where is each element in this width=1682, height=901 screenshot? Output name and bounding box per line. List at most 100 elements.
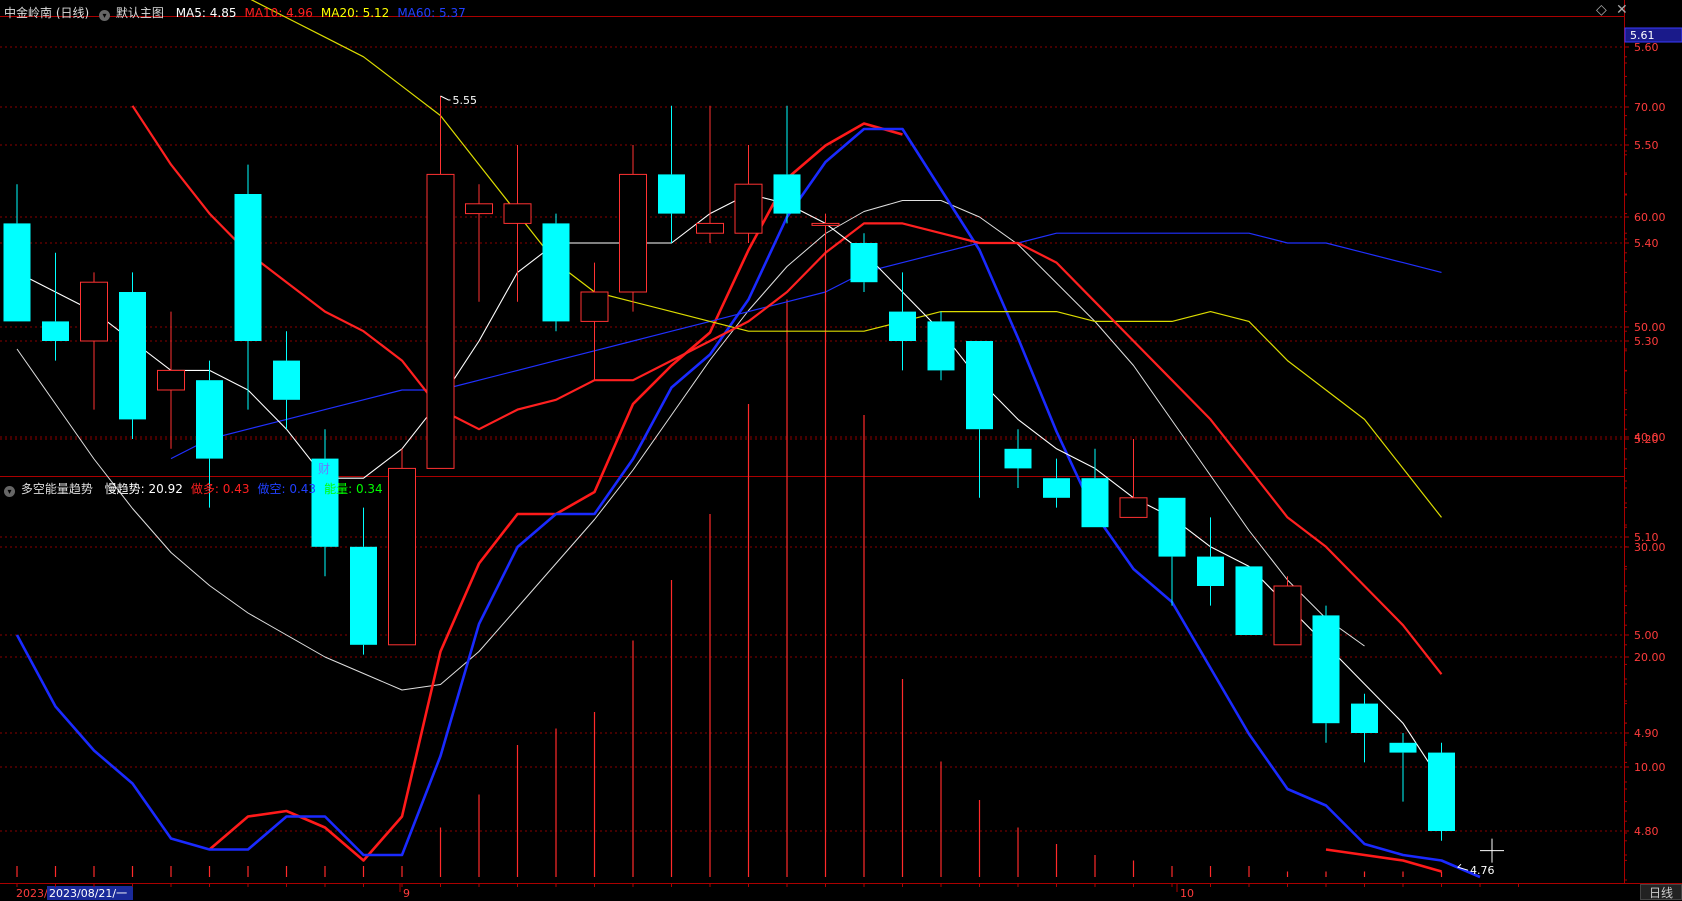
indicator-header: ▾ 多空能量趋势 慢趋势: 20.92 做多: 0.43 做空: 0.43 能量: 0… [4, 480, 383, 497]
price-tick-label: 5.00 [1634, 629, 1659, 642]
ma-item-3: MA60: 5.37 [397, 6, 465, 20]
chevron-down-icon[interactable]: ▾ [99, 10, 111, 21]
current-price-label: 5.61 [1630, 29, 1655, 42]
stock-title: 中金岭南 (日线) [4, 6, 90, 20]
candle-body [1312, 615, 1340, 724]
long-line [1325, 848, 1442, 873]
candle-body [1158, 497, 1186, 557]
candle-down [119, 272, 146, 439]
indicator-item-value: 0.43 [285, 482, 317, 496]
candle-up [1119, 439, 1148, 518]
candle-body [465, 203, 493, 215]
high-annotation-arrow [440, 95, 451, 101]
candle-body [1197, 556, 1224, 586]
candle-body [773, 174, 801, 214]
candle-body [388, 467, 416, 646]
ma-item-value: 4.96 [282, 6, 313, 20]
ma-item-0: MA5: 4.85 [176, 6, 237, 20]
candle-body [42, 321, 69, 341]
candle-up [465, 184, 493, 302]
candle-body [811, 222, 840, 226]
ma-item-value: 5.37 [435, 6, 466, 20]
close-icon[interactable]: ✕ [1616, 2, 1628, 18]
candle-up [580, 262, 609, 381]
ma-item-label: MA10: [244, 6, 283, 20]
price-tick-label: 4.90 [1634, 727, 1659, 740]
low-annotation-label: 4.76 [1470, 864, 1495, 877]
candle-up [157, 311, 185, 449]
candle-body [350, 546, 377, 645]
ma-item-label: MA60: [397, 6, 436, 20]
candle-down [1235, 566, 1263, 635]
indicator-tick-label: 70.00 [1634, 101, 1666, 114]
month-label: 10 [1180, 887, 1194, 900]
candle-down [850, 233, 878, 292]
candle-down [1312, 605, 1340, 743]
candle-down [311, 429, 339, 577]
chevron-down-icon[interactable]: ▾ [4, 486, 15, 497]
candle-body [658, 174, 685, 214]
candle-body [1235, 566, 1263, 635]
candle-body [3, 223, 31, 322]
indicator-tick-label: 60.00 [1634, 211, 1666, 224]
candle-down [1004, 429, 1032, 488]
candle-down [350, 507, 377, 655]
candle-body [119, 292, 146, 420]
price-tick-label: 4.80 [1634, 825, 1659, 838]
candle-body [1004, 448, 1032, 469]
candle-up [734, 145, 763, 243]
candle-down [1043, 458, 1070, 508]
candle-down [773, 105, 801, 224]
candle-body [1351, 703, 1378, 733]
chart-canvas[interactable]: 5.605.505.405.305.205.105.004.904.805.61… [0, 0, 1682, 900]
indicator-name[interactable]: 多空能量趋势 [21, 482, 93, 496]
candle-body [889, 311, 916, 341]
candle-down [966, 341, 993, 498]
ma60-line [170, 232, 1442, 460]
ma-item-label: MA20: [320, 6, 359, 20]
candle-body [426, 173, 455, 469]
period-button[interactable]: 日线 [1640, 884, 1682, 900]
indicator-item-value: 20.92 [144, 482, 183, 496]
ma-item-1: MA10: 4.96 [244, 6, 312, 20]
candle-down [927, 311, 955, 381]
indicator-item-value: 0.43 [218, 482, 250, 496]
indicator-item-1: 做多: 0.43 [191, 482, 250, 496]
candle-body [1428, 752, 1455, 831]
candle-down [889, 272, 916, 371]
price-tick-label: 5.40 [1634, 237, 1659, 250]
candle-up [696, 105, 724, 243]
stock-chart-window[interactable]: 5.60 5.50 5.40 5.30 5.20 5.10 5.00 4.90 4.80 5.61… [0, 0, 1682, 900]
candle-body [234, 194, 262, 341]
candle-body [1081, 478, 1109, 528]
finance-marker: 财 [318, 462, 330, 476]
candle-body [273, 360, 300, 400]
indicator-tick-label: 20.00 [1634, 651, 1666, 664]
candle-body [80, 281, 108, 342]
candle-up [426, 96, 455, 469]
candle-body [1119, 497, 1148, 518]
diamond-icon[interactable]: ◇ [1596, 2, 1607, 18]
candle-down [1389, 733, 1417, 802]
ma-item-label: MA5: [175, 6, 206, 20]
indicator-tick-label: 40.00 [1634, 431, 1666, 444]
indicator-values: 慢趋势: 20.92 做多: 0.43 做空: 0.43 能量: 0.34 [97, 482, 383, 496]
candle-body [734, 183, 763, 234]
candle-down [1081, 448, 1109, 528]
candle-down [542, 213, 570, 332]
candle-body [850, 243, 878, 283]
candle-body [503, 203, 532, 224]
indicator-tick-label: 50.00 [1634, 321, 1666, 334]
indicator-tick-label: 10.00 [1634, 761, 1666, 774]
candle-body [580, 291, 609, 322]
main-chart-label[interactable]: 默认主图 [116, 6, 164, 20]
main-chart-header: 中金岭南 (日线) ▾ 默认主图 MA5: 4.85 MA10: 4.96 MA20… [4, 4, 466, 21]
candle-body [196, 380, 223, 459]
candle-down [234, 164, 262, 410]
candle-up [1273, 576, 1302, 646]
indicator-item-label: 慢趋势: [104, 482, 145, 496]
candle-up [503, 145, 532, 302]
candle-up [388, 448, 416, 646]
candle-up [80, 272, 108, 410]
candle-up [619, 145, 647, 312]
